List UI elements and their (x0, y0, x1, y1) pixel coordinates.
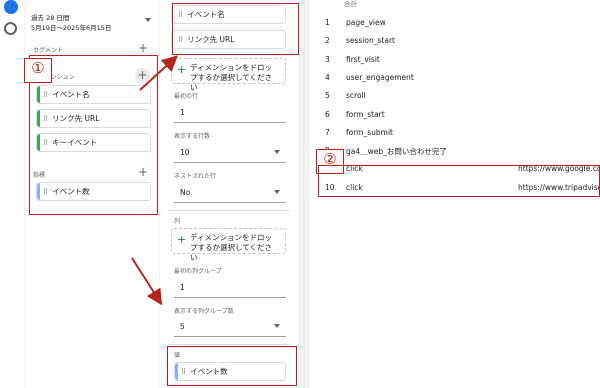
arrow-to-rows (139, 55, 178, 91)
arrow-to-values (131, 257, 163, 306)
annotation-arrows (131, 55, 178, 306)
